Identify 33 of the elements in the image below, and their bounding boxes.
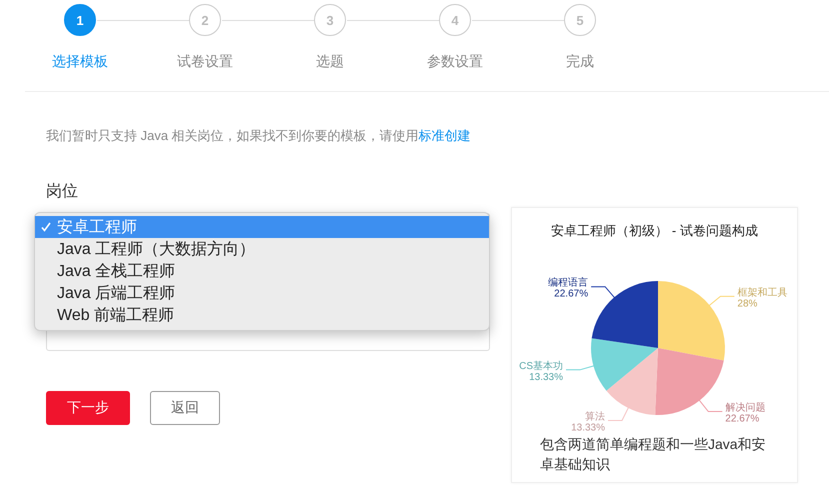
notice-text: 我们暂时只支持 Java 相关岗位，如果找不到你要的模板，请使用标准创建 xyxy=(46,127,472,145)
step-label: 完成 xyxy=(566,53,594,71)
slice-label: 解决问题 xyxy=(725,402,766,414)
step-label: 参数设置 xyxy=(427,53,483,71)
back-button[interactable]: 返回 xyxy=(150,391,220,425)
dropdown-option[interactable]: Java 工程师（大数据方向） xyxy=(35,238,489,260)
slice-percent: 13.33% xyxy=(571,422,605,434)
chart-title: 安卓工程师（初级） - 试卷问题构成 xyxy=(550,222,759,240)
dropdown-option[interactable]: Java 全栈工程师 xyxy=(35,260,489,282)
step-circle: 2 xyxy=(189,4,221,36)
leader-line xyxy=(590,286,618,301)
leader-line xyxy=(706,296,735,308)
slice-percent: 13.33% xyxy=(529,372,563,383)
template-description: 包含两道简单编程题和一些Java和安卓基础知识 xyxy=(539,435,767,474)
slice-percent: 22.67% xyxy=(725,414,760,424)
slice-label: 框架和工具 xyxy=(737,287,788,298)
slice-label: 编程语言 xyxy=(548,278,588,289)
next-button[interactable]: 下一步 xyxy=(46,391,130,425)
step-label: 选题 xyxy=(316,53,344,71)
dropdown-option[interactable]: Web 前端工程师 xyxy=(35,304,489,326)
step-label: 试卷设置 xyxy=(177,53,233,71)
slice-label: 算法 xyxy=(585,412,605,422)
slice-percent: 22.67% xyxy=(554,288,588,300)
step-circle: 3 xyxy=(314,4,346,36)
step-circle: 4 xyxy=(439,4,471,36)
field-label: 岗位 xyxy=(46,182,79,202)
slice-percent: 28% xyxy=(737,298,758,310)
slice-label: CS基本功 xyxy=(519,360,563,372)
step-label: 选择模板 xyxy=(52,53,108,71)
check-icon xyxy=(39,220,53,234)
step-circle: 1 xyxy=(64,4,96,36)
dropdown-option[interactable]: Java 后端工程师 xyxy=(35,282,489,304)
step-circle: 5 xyxy=(564,4,596,36)
